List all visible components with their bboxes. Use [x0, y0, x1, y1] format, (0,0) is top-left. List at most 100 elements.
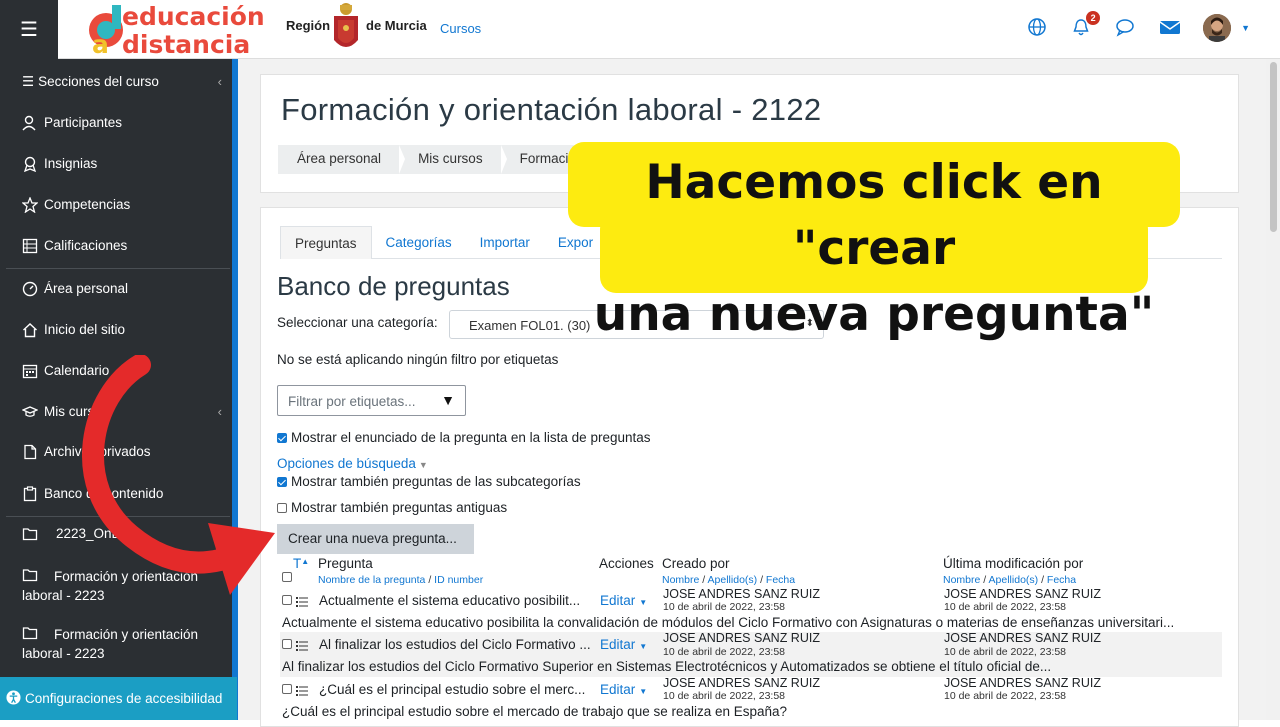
dropdown-triangle-icon[interactable]: ▼ [441, 392, 455, 408]
show-question-text-option[interactable]: Mostrar el enunciado de la pregunta en l… [277, 430, 650, 445]
edit-menu[interactable]: Editar ▼ [600, 637, 647, 652]
sidebar-item-competencias[interactable]: Competencias [21, 196, 222, 215]
home-icon [22, 322, 40, 340]
envelope-messages-icon[interactable] [1159, 17, 1181, 39]
modified-date: 10 de abril de 2022, 23:58 [944, 601, 1067, 613]
sidebar-item-inicio[interactable]: Inicio del sitio [22, 322, 222, 340]
category-label: Seleccionar una categoría: [277, 315, 438, 330]
multichoice-question-icon [296, 684, 308, 696]
sidebar-item-label: Participantes [44, 115, 123, 130]
paste-icon [22, 486, 40, 504]
star-icon [21, 196, 40, 215]
show-old-questions-option[interactable]: Mostrar también preguntas antiguas [277, 500, 507, 515]
accessibility-label: Configuraciones de accesibilidad [25, 691, 223, 706]
sidebar-item-label: Competencias [44, 197, 131, 212]
svg-text:educación: educación [122, 2, 265, 31]
question-text: Al finalizar los estudios del Ciclo Form… [282, 659, 1052, 674]
modified-date: 10 de abril de 2022, 23:58 [944, 646, 1067, 658]
edit-label: Editar [600, 593, 636, 608]
caret-down-icon: ▼ [639, 598, 648, 607]
scrollbar-thumb[interactable] [1270, 62, 1277, 232]
globe-language-icon[interactable] [1027, 17, 1049, 39]
question-name: Al finalizar los estudios del Ciclo Form… [319, 637, 591, 652]
sidebar-item-calificaciones[interactable]: Calificaciones [22, 238, 222, 256]
no-filter-message: No se está aplicando ningún filtro por e… [277, 352, 559, 367]
modified-author: JOSE ANDRES SANZ RUIZ [944, 631, 1101, 645]
edit-menu[interactable]: Editar ▼ [600, 593, 647, 608]
callout-line-2: una nueva pregunta" [593, 287, 1155, 342]
badge-icon [22, 156, 40, 174]
sort-modified-surname-link[interactable]: Apellido(s) [989, 574, 1039, 586]
sort-modified-name-link[interactable]: Nombre [943, 574, 980, 586]
sidebar-item-insignias[interactable]: Insignias [22, 156, 222, 174]
graduation-cap-icon [21, 404, 40, 422]
question-text: Actualmente el sistema educativo posibil… [282, 615, 1175, 630]
folder-icon [22, 567, 40, 585]
cursos-link[interactable]: Cursos [440, 21, 481, 36]
question-column-header: Pregunta [318, 556, 373, 571]
callout-line-1: Hacemos click en "crear [645, 155, 1103, 276]
sort-modified-date-link[interactable]: Fecha [1047, 574, 1076, 586]
sidebar-item-label: Área personal [44, 281, 129, 296]
sidebar-item-course-fol-2223-b[interactable]: Formación y orientación laboral - 2223 [22, 625, 222, 663]
checkbox-label: Mostrar también preguntas de las subcate… [291, 474, 581, 489]
sort-created-name-link[interactable]: Nombre [662, 574, 699, 586]
sidebar-item-label: Calificaciones [44, 238, 128, 253]
svg-text:distancia: distancia [122, 30, 250, 59]
tab-importar[interactable]: Importar [466, 226, 544, 259]
red-pointer-arrow-icon [82, 355, 275, 595]
edit-label: Editar [600, 637, 636, 652]
edit-menu[interactable]: Editar ▼ [600, 682, 647, 697]
checkbox-label: Mostrar el enunciado de la pregunta en l… [291, 430, 651, 445]
tag-filter-input[interactable]: Filtrar por etiquetas... ▼ [277, 385, 466, 416]
question-bank-heading: Banco de preguntas [277, 271, 510, 301]
row-checkbox[interactable] [282, 639, 292, 649]
question-sort-links: Nombre de la pregunta / ID number [318, 574, 484, 586]
bell-notifications-icon[interactable]: 2 [1071, 11, 1101, 39]
tab-categorias[interactable]: Categorías [372, 226, 466, 259]
caret-down-icon: ▼ [639, 642, 648, 651]
actions-column-header: Acciones [599, 556, 654, 571]
file-icon [22, 444, 40, 462]
accessibility-settings-button[interactable]: Configuraciones de accesibilidad [0, 677, 237, 720]
question-text: ¿Cuál es el principal estudio sobre el m… [282, 704, 788, 719]
breadcrumb-item[interactable]: Mis cursos [399, 145, 507, 174]
row-checkbox[interactable] [282, 684, 292, 694]
created-author: JOSE ANDRES SANZ RUIZ [663, 631, 820, 645]
chat-bubble-icon[interactable] [1115, 17, 1137, 39]
dashboard-icon [22, 281, 40, 299]
top-navbar: ☰ educación distancia a Región de Murcia… [0, 0, 1280, 59]
sort-created-surname-link[interactable]: Apellido(s) [708, 574, 758, 586]
hamburger-menu-icon[interactable]: ☰ [0, 0, 58, 59]
modified-by-column-header: Última modificación por [943, 556, 1084, 571]
users-icon [22, 115, 40, 133]
created-date: 10 de abril de 2022, 23:58 [663, 601, 786, 613]
sidebar-item-label: Formación y orientación laboral - 2223 [22, 627, 199, 661]
calendar-icon [22, 363, 40, 381]
create-new-question-button[interactable]: Crear una nueva pregunta... [277, 524, 474, 554]
tab-preguntas[interactable]: Preguntas [280, 226, 372, 259]
user-avatar[interactable] [1203, 14, 1232, 42]
sidebar-item-secciones[interactable]: ☰ Secciones del curso ‹ [22, 74, 222, 90]
sidebar-item-area-personal[interactable]: Área personal [22, 281, 222, 299]
sort-created-date-link[interactable]: Fecha [766, 574, 795, 586]
folder-icon [22, 526, 40, 544]
user-menu-chevron-down-icon[interactable]: ▼ [1241, 23, 1250, 33]
breadcrumb-item[interactable]: Área personal [278, 145, 406, 174]
show-subcategories-option[interactable]: Mostrar también preguntas de las subcate… [277, 474, 581, 489]
sidebar-item-participantes[interactable]: Participantes [22, 115, 222, 133]
region-label-left: Región [286, 18, 331, 33]
created-author: JOSE ANDRES SANZ RUIZ [663, 676, 820, 690]
educacion-distancia-logo[interactable]: educación distancia a [64, 0, 284, 59]
modified-author: JOSE ANDRES SANZ RUIZ [944, 676, 1101, 690]
sort-by-name-link[interactable]: Nombre de la pregunta [318, 574, 425, 586]
modified-date: 10 de abril de 2022, 23:58 [944, 690, 1067, 702]
created-sort-links: Nombre / Apellido(s) / Fecha [662, 574, 796, 586]
sort-by-id-link[interactable]: ID number [434, 574, 483, 586]
caret-down-icon: ▼ [418, 460, 428, 470]
accessibility-icon [6, 689, 21, 708]
sort-up-icon: ▲ [301, 557, 310, 566]
region-label-right: de Murcia [366, 18, 427, 33]
chevron-left-icon[interactable]: ‹ [218, 74, 222, 89]
tutorial-callout-text: Hacemos click en "crear una nueva pregun… [568, 150, 1180, 348]
